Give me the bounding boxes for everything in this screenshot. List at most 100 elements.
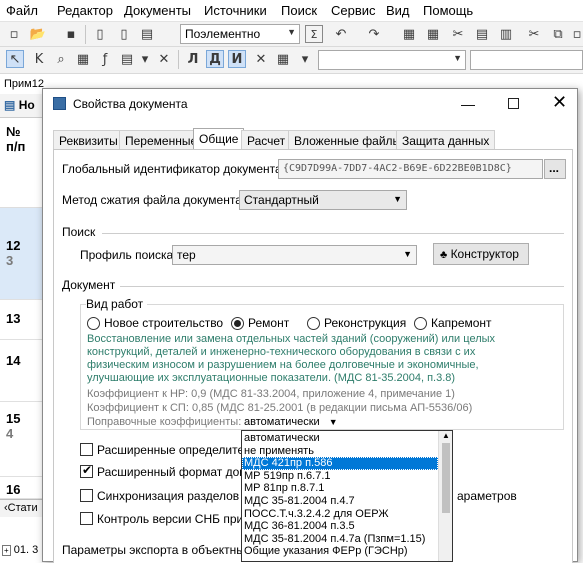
list-item[interactable]: МДС 35-81.2004 п.4.7 <box>242 495 438 508</box>
list-item-selected[interactable]: МДС 421пр п.586 <box>242 457 438 470</box>
zoom-icon[interactable]: ⌕ <box>52 50 70 68</box>
list-item[interactable]: МР 519пр п.6.7.1 <box>242 470 438 483</box>
redo-icon[interactable]: ↷ <box>365 25 383 43</box>
mode-combo[interactable]: Поэлементно ▼ <box>180 24 300 44</box>
preview-icon[interactable]: ▯ <box>115 25 133 43</box>
i-icon[interactable]: И <box>228 50 246 68</box>
tree-item[interactable]: + 01. 3 <box>0 542 42 562</box>
menu-sources[interactable]: Источники <box>204 3 267 18</box>
checkbox-sync-sections[interactable] <box>80 489 93 502</box>
menu-service[interactable]: Сервис <box>331 3 376 18</box>
tab-attached-files[interactable]: Вложенные файлы <box>288 130 408 150</box>
list-item[interactable]: ПОСС.Т.ч.3.2.4.2 для ОЕРЖ <box>242 508 438 521</box>
chevron-down-icon[interactable]: ▾ <box>296 50 314 68</box>
document-group-title: Документ <box>62 278 120 292</box>
chevron-down-icon[interactable]: ▾ <box>136 50 154 68</box>
guid-browse-button[interactable]: ... <box>544 159 566 179</box>
correction-value: автоматически <box>244 416 320 428</box>
checkbox-version-control[interactable] <box>80 512 93 525</box>
tab-label: Реквизиты <box>59 134 118 148</box>
doc-icon[interactable]: ▤ <box>118 50 136 68</box>
tab-variables[interactable]: Переменные <box>119 130 204 150</box>
tab-requisites[interactable]: Реквизиты <box>53 130 124 150</box>
compress-label: Метод сжатия файла документа: <box>62 193 246 207</box>
copy-icon[interactable]: ⧉ <box>549 25 567 43</box>
minimize-icon[interactable]: — <box>461 96 475 112</box>
open-folder-icon[interactable]: 📂 <box>29 25 47 43</box>
guid-field[interactable]: {C9D7D99A-7DD7-4AC2-B69E-6D22BE0B1D8C} <box>278 159 543 179</box>
sum-icon[interactable]: Σ <box>305 25 323 43</box>
menu-search[interactable]: Поиск <box>281 3 317 18</box>
radio-new-construction[interactable] <box>87 317 100 330</box>
toolbar-row-1: ▫ 📂 ▪ ▯ ▯ ▤ Поэлементно ▼ Σ ↶ ↷ ▦ ▦ ✂ ▤ … <box>0 22 583 47</box>
cross-tools-icon[interactable]: ✕ <box>252 50 270 68</box>
mode-combo-value: Поэлементно <box>185 27 261 41</box>
doc-tab[interactable]: ▤ Но <box>0 94 42 118</box>
tab-label: Расчет <box>247 134 286 148</box>
coef-sp-text: Коэффициент к СП: 0,85 (МДС 81-25.2001 (… <box>87 402 473 414</box>
cut-icon[interactable]: ✂ <box>525 25 543 43</box>
table-row[interactable]: 14 <box>0 340 42 402</box>
menu-editor[interactable]: Редактор <box>57 3 113 18</box>
coef-nr-text: Коэффициент к НР: 0,9 (МДС 81-33.2004, п… <box>87 388 455 400</box>
constructor-button[interactable]: ♣ Конструктор <box>433 243 529 265</box>
close-icon[interactable]: ✕ <box>552 92 567 113</box>
tools-icon[interactable]: ✂ <box>449 25 467 43</box>
wrench-icon[interactable]: ✕ <box>155 50 173 68</box>
list-item[interactable]: Общие указания ФЕРр (ГЭСНр) <box>242 545 438 558</box>
table-view-icon[interactable]: ▦ <box>74 50 92 68</box>
tab-label: Вложенные файлы <box>294 134 402 148</box>
correction-label: Поправочные коэффициенты: <box>87 416 242 428</box>
menu-view[interactable]: Вид <box>386 3 410 18</box>
radio-repair[interactable] <box>231 317 244 330</box>
table-row[interactable]: 13 <box>0 300 42 340</box>
compress-select[interactable]: Стандартный ▼ <box>239 190 407 210</box>
fx-icon[interactable]: ƒ <box>96 50 114 68</box>
list-item[interactable]: не применять <box>242 445 438 458</box>
toolbar-combo-2[interactable] <box>470 50 583 70</box>
grid-icon[interactable]: ▦ <box>424 25 442 43</box>
book-icon[interactable]: ▯ <box>91 25 109 43</box>
list-item[interactable]: МР 81пр п.8.7.1 <box>242 482 438 495</box>
pointer-icon[interactable]: ↖ <box>6 50 24 68</box>
list-item[interactable]: МДС 35-81.2004 п.4.7а (Пзпм=1.15) <box>242 533 438 546</box>
scroll-up-icon[interactable]: ▲ <box>442 431 450 440</box>
checkbox-extended-format[interactable]: ✔ <box>80 463 93 478</box>
layout-icon[interactable]: ▤ <box>473 25 491 43</box>
menu-help[interactable]: Помощь <box>423 3 473 18</box>
tab-data-protection[interactable]: Защита данных <box>396 130 496 150</box>
tab-general[interactable]: Общие <box>193 128 245 151</box>
table-row[interactable]: 15 4 <box>0 402 42 477</box>
maximize-icon[interactable] <box>508 98 519 109</box>
correction-dropdown-list[interactable]: автоматически не применять МДС 421пр п.5… <box>241 430 453 562</box>
filter-icon[interactable]: ▥ <box>497 25 515 43</box>
list-item[interactable]: автоматически <box>242 432 438 445</box>
table-icon[interactable]: ▦ <box>400 25 418 43</box>
table2-icon[interactable]: ▦ <box>274 50 292 68</box>
menu-file[interactable]: Файл <box>6 3 38 18</box>
paste-icon[interactable]: ▫ <box>568 25 583 43</box>
d-icon[interactable]: Д <box>206 50 224 68</box>
table-row[interactable]: 12 3 <box>0 208 42 300</box>
print-icon[interactable]: ▤ <box>138 25 156 43</box>
undo-icon[interactable]: ↶ <box>332 25 350 43</box>
k-icon[interactable]: K <box>30 50 48 68</box>
radio-major-repair[interactable] <box>414 317 427 330</box>
checkbox-extended-qualifiers[interactable] <box>80 443 93 456</box>
tab-calculation[interactable]: Расчет <box>241 130 292 150</box>
correction-select[interactable]: автоматически ▼ <box>244 416 338 428</box>
compress-value: Стандартный <box>244 193 319 207</box>
toolbar-combo[interactable]: ▼ <box>318 50 466 70</box>
l-icon[interactable]: Л <box>184 50 202 68</box>
row-number: 16 <box>6 482 21 497</box>
status-tab[interactable]: ‹Стати <box>0 499 42 517</box>
list-item[interactable]: МДС 36-81.2004 п.3.5 <box>242 520 438 533</box>
search-profile-select[interactable]: тер ▼ <box>172 245 417 265</box>
dropdown-scrollbar[interactable]: ▲ <box>438 431 452 561</box>
table-row[interactable]: 16 <box>0 477 42 499</box>
radio-reconstruction[interactable] <box>307 317 320 330</box>
scroll-thumb[interactable] <box>442 443 450 513</box>
menu-documents[interactable]: Документы <box>124 3 191 18</box>
new-document-icon[interactable]: ▫ <box>5 25 23 43</box>
save-icon[interactable]: ▪ <box>62 25 80 43</box>
